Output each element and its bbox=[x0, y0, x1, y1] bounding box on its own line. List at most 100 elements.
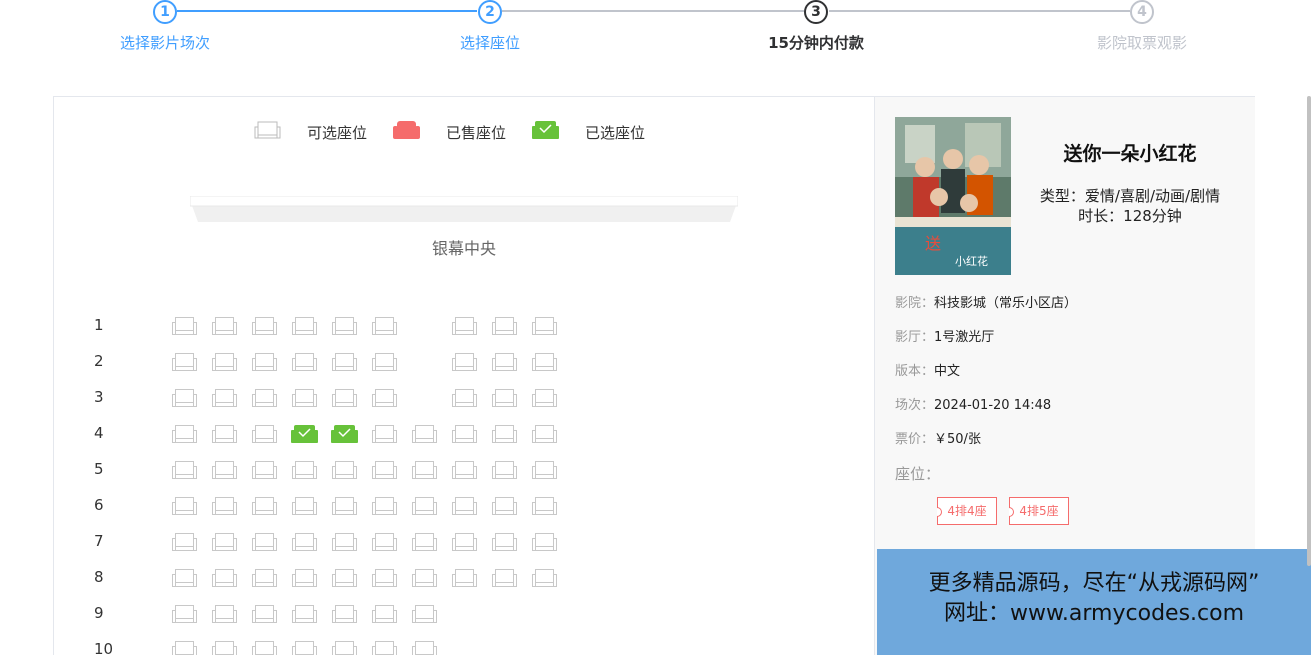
seat-available[interactable] bbox=[371, 638, 398, 655]
seat-available[interactable] bbox=[171, 602, 198, 626]
seat-available[interactable] bbox=[171, 530, 198, 554]
seat-available[interactable] bbox=[171, 458, 198, 482]
seat-available[interactable] bbox=[211, 458, 238, 482]
seat-available[interactable] bbox=[331, 638, 358, 655]
seat-available[interactable] bbox=[371, 386, 398, 410]
seat-available[interactable] bbox=[451, 314, 478, 338]
seat-available[interactable] bbox=[291, 602, 318, 626]
seat-available[interactable] bbox=[411, 494, 438, 518]
seat-available[interactable] bbox=[291, 458, 318, 482]
seat-available[interactable] bbox=[211, 386, 238, 410]
seat-available[interactable] bbox=[491, 386, 518, 410]
info-hall-key: 影厅： bbox=[895, 330, 935, 345]
seat-selected[interactable] bbox=[331, 422, 358, 446]
seat-available[interactable] bbox=[171, 494, 198, 518]
seat-available[interactable] bbox=[491, 422, 518, 446]
seat-available[interactable] bbox=[491, 314, 518, 338]
seat-available[interactable] bbox=[291, 638, 318, 655]
seat-available[interactable] bbox=[331, 494, 358, 518]
seat-available[interactable] bbox=[371, 494, 398, 518]
seat-available[interactable] bbox=[331, 530, 358, 554]
seat-available[interactable] bbox=[411, 566, 438, 590]
seat-available[interactable] bbox=[291, 314, 318, 338]
seat-available[interactable] bbox=[171, 350, 198, 374]
seat-available[interactable] bbox=[331, 566, 358, 590]
seat-available[interactable] bbox=[491, 494, 518, 518]
seat-available[interactable] bbox=[411, 530, 438, 554]
seat-available[interactable] bbox=[291, 386, 318, 410]
seat-available[interactable] bbox=[531, 422, 558, 446]
seat-available[interactable] bbox=[211, 602, 238, 626]
seat-available[interactable] bbox=[251, 638, 278, 655]
seat-available[interactable] bbox=[251, 602, 278, 626]
scrollbar[interactable] bbox=[1307, 96, 1311, 566]
seat-available[interactable] bbox=[171, 314, 198, 338]
seat-available[interactable] bbox=[251, 386, 278, 410]
seat-ticket[interactable]: 4排5座 bbox=[1009, 497, 1069, 525]
seat-available[interactable] bbox=[451, 458, 478, 482]
seat-available[interactable] bbox=[331, 458, 358, 482]
seat-available[interactable] bbox=[251, 350, 278, 374]
seat-available[interactable] bbox=[331, 386, 358, 410]
row-number: 3 bbox=[94, 388, 104, 406]
info-price-value: ￥50/张 bbox=[934, 432, 981, 447]
seat-available[interactable] bbox=[491, 530, 518, 554]
seat-available[interactable] bbox=[291, 494, 318, 518]
seat-available[interactable] bbox=[491, 566, 518, 590]
seat-available[interactable] bbox=[531, 350, 558, 374]
seat-available[interactable] bbox=[211, 638, 238, 655]
seat-available[interactable] bbox=[211, 566, 238, 590]
seat-available[interactable] bbox=[451, 350, 478, 374]
seat-available[interactable] bbox=[331, 602, 358, 626]
seat-available[interactable] bbox=[411, 602, 438, 626]
seat-available[interactable] bbox=[291, 530, 318, 554]
seat-available[interactable] bbox=[451, 566, 478, 590]
seat-available[interactable] bbox=[251, 458, 278, 482]
legend-available-label: 可选座位 bbox=[307, 123, 368, 142]
seat-available[interactable] bbox=[531, 458, 558, 482]
seat-available[interactable] bbox=[451, 386, 478, 410]
seat-available[interactable] bbox=[411, 638, 438, 655]
seat-available[interactable] bbox=[251, 494, 278, 518]
seat-available[interactable] bbox=[491, 458, 518, 482]
seat-available[interactable] bbox=[491, 350, 518, 374]
seat-available[interactable] bbox=[371, 350, 398, 374]
seat-available[interactable] bbox=[411, 422, 438, 446]
seat-available[interactable] bbox=[451, 494, 478, 518]
seat-available[interactable] bbox=[531, 566, 558, 590]
seat-available[interactable] bbox=[371, 566, 398, 590]
seat-available[interactable] bbox=[251, 314, 278, 338]
seat-available[interactable] bbox=[171, 638, 198, 655]
seat-available[interactable] bbox=[331, 350, 358, 374]
svg-text:小红花: 小红花 bbox=[955, 255, 988, 268]
seat-available[interactable] bbox=[171, 422, 198, 446]
seat-available[interactable] bbox=[251, 530, 278, 554]
seat-available[interactable] bbox=[171, 566, 198, 590]
seat-available[interactable] bbox=[371, 422, 398, 446]
seat-available[interactable] bbox=[531, 530, 558, 554]
step-select-seat: 2 选择座位 bbox=[390, 0, 590, 53]
seat-available[interactable] bbox=[371, 314, 398, 338]
seat-available[interactable] bbox=[451, 530, 478, 554]
seat-available[interactable] bbox=[411, 458, 438, 482]
seat-available[interactable] bbox=[531, 314, 558, 338]
seat-available[interactable] bbox=[531, 494, 558, 518]
seat-selected[interactable] bbox=[291, 422, 318, 446]
seat-available[interactable] bbox=[371, 530, 398, 554]
seat-available[interactable] bbox=[211, 530, 238, 554]
seat-ticket[interactable]: 4排4座 bbox=[937, 497, 997, 525]
seat-available[interactable] bbox=[171, 386, 198, 410]
seat-available[interactable] bbox=[371, 458, 398, 482]
seat-available[interactable] bbox=[211, 422, 238, 446]
seat-available[interactable] bbox=[211, 350, 238, 374]
seat-available[interactable] bbox=[211, 314, 238, 338]
seat-available[interactable] bbox=[251, 566, 278, 590]
seat-available[interactable] bbox=[451, 422, 478, 446]
seat-available[interactable] bbox=[211, 494, 238, 518]
seat-available[interactable] bbox=[291, 566, 318, 590]
seat-available[interactable] bbox=[291, 350, 318, 374]
seat-available[interactable] bbox=[371, 602, 398, 626]
seat-available[interactable] bbox=[251, 422, 278, 446]
seat-available[interactable] bbox=[531, 386, 558, 410]
seat-available[interactable] bbox=[331, 314, 358, 338]
